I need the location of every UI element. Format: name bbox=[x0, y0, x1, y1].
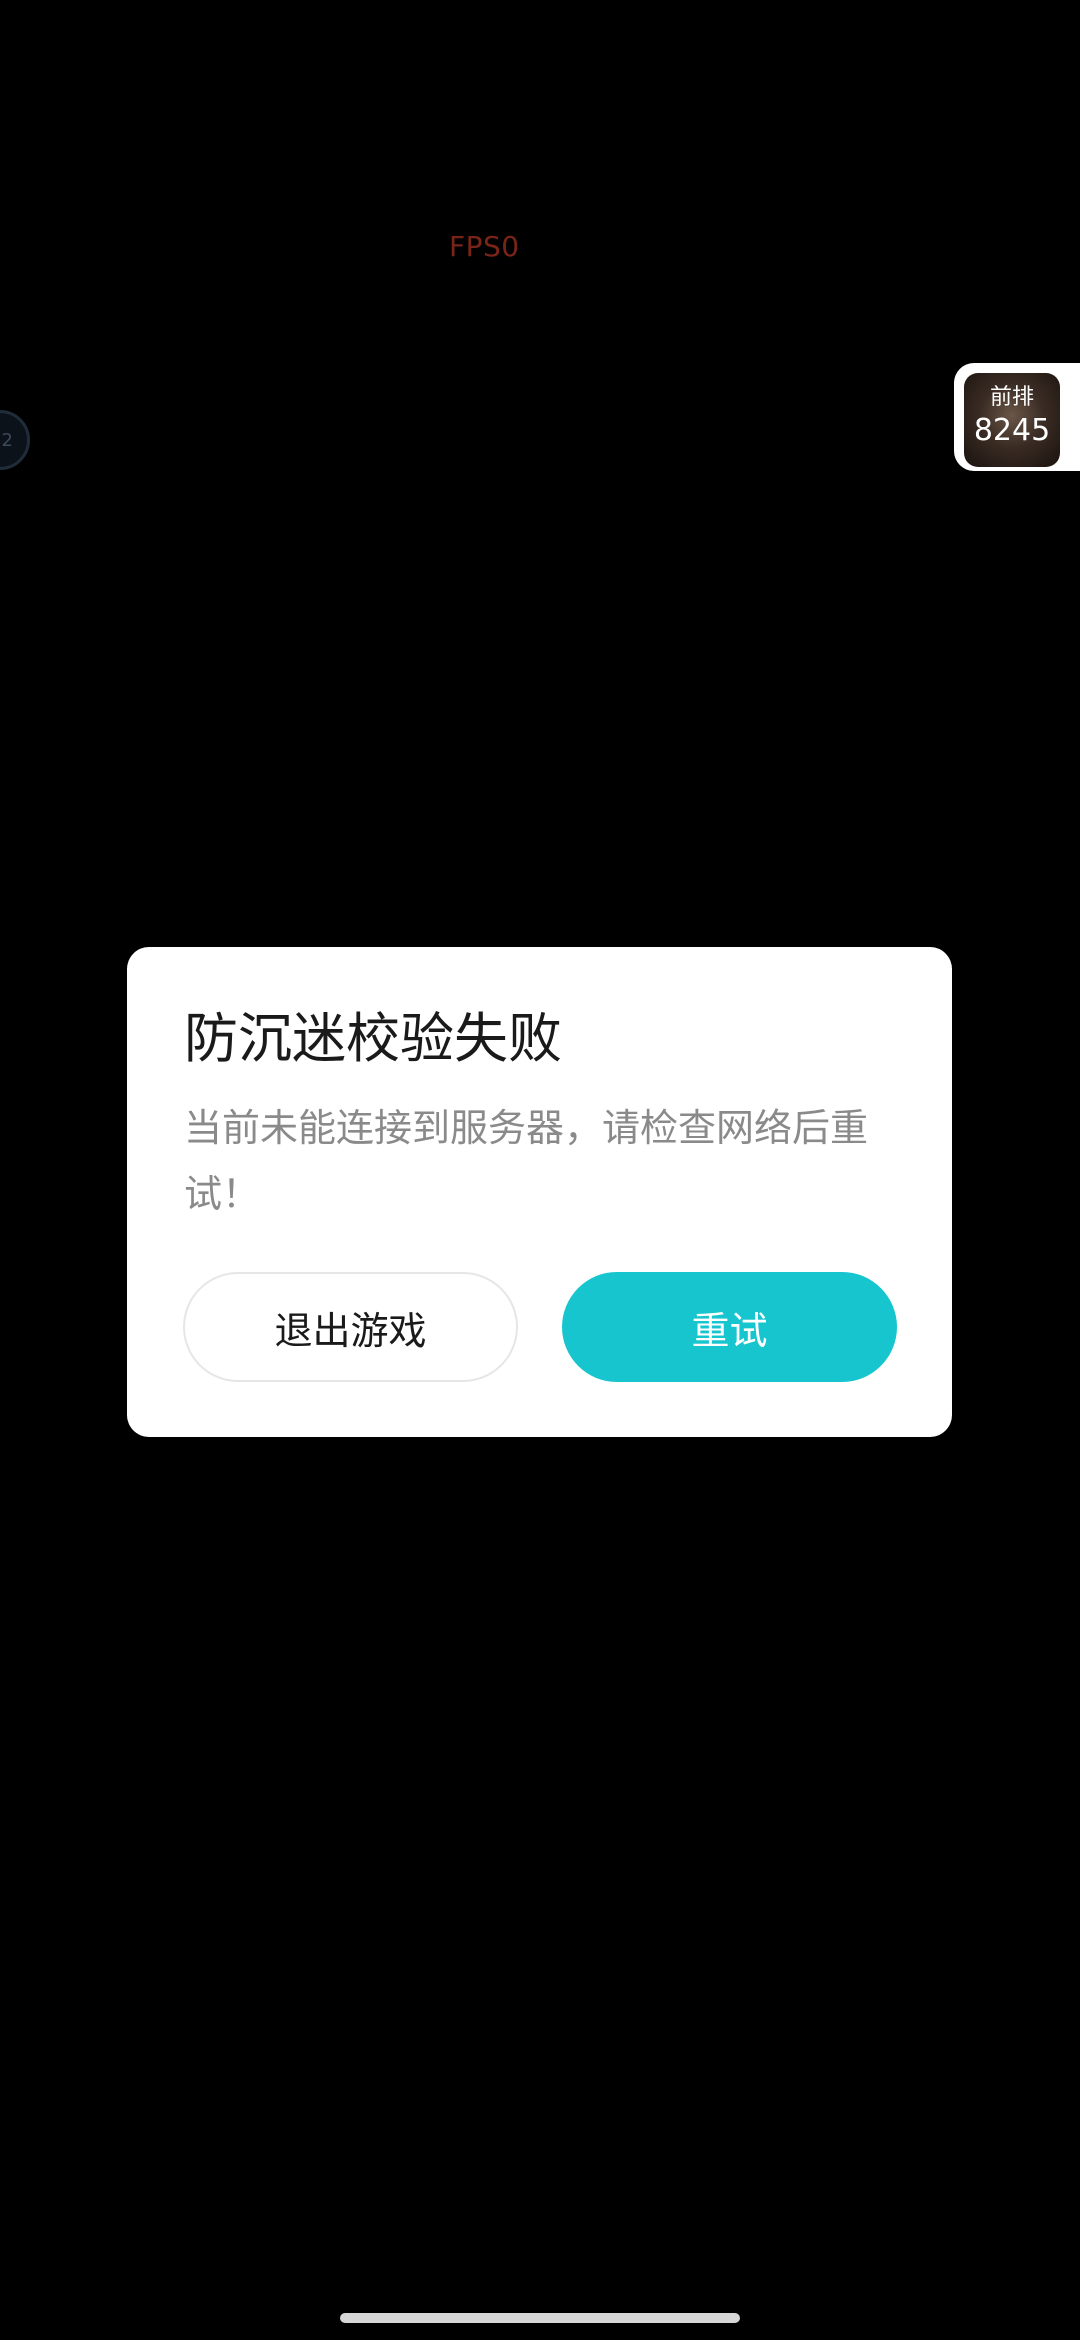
retry-button[interactable]: 重试 bbox=[562, 1272, 897, 1382]
queue-label: 前排 bbox=[989, 385, 1034, 410]
dialog-title: 防沉迷校验失败 bbox=[184, 1007, 562, 1070]
floating-ball-text: 22 bbox=[0, 429, 13, 451]
fps-counter: FPS0 bbox=[449, 230, 520, 263]
home-indicator[interactable] bbox=[340, 2313, 740, 2323]
queue-widget[interactable]: 前排 8245 bbox=[954, 363, 1080, 471]
floating-ball-button[interactable]: 22 bbox=[0, 410, 30, 470]
dialog-message: 当前未能连接到服务器，请检查网络后重试！ bbox=[184, 1106, 869, 1216]
game-screen: FPS0 22 前排 8245 防沉迷校验失败 当前未能连接到服务器，请检查网络… bbox=[0, 0, 1080, 2340]
queue-avatar: 前排 8245 bbox=[964, 373, 1060, 467]
anti-addiction-dialog: 防沉迷校验失败 当前未能连接到服务器，请检查网络后重试！ 退出游戏 重试 bbox=[127, 947, 952, 1437]
exit-game-button[interactable]: 退出游戏 bbox=[183, 1272, 518, 1382]
queue-count: 8245 bbox=[973, 413, 1051, 448]
retry-label: 重试 bbox=[691, 1308, 768, 1353]
exit-game-label: 退出游戏 bbox=[274, 1308, 427, 1353]
